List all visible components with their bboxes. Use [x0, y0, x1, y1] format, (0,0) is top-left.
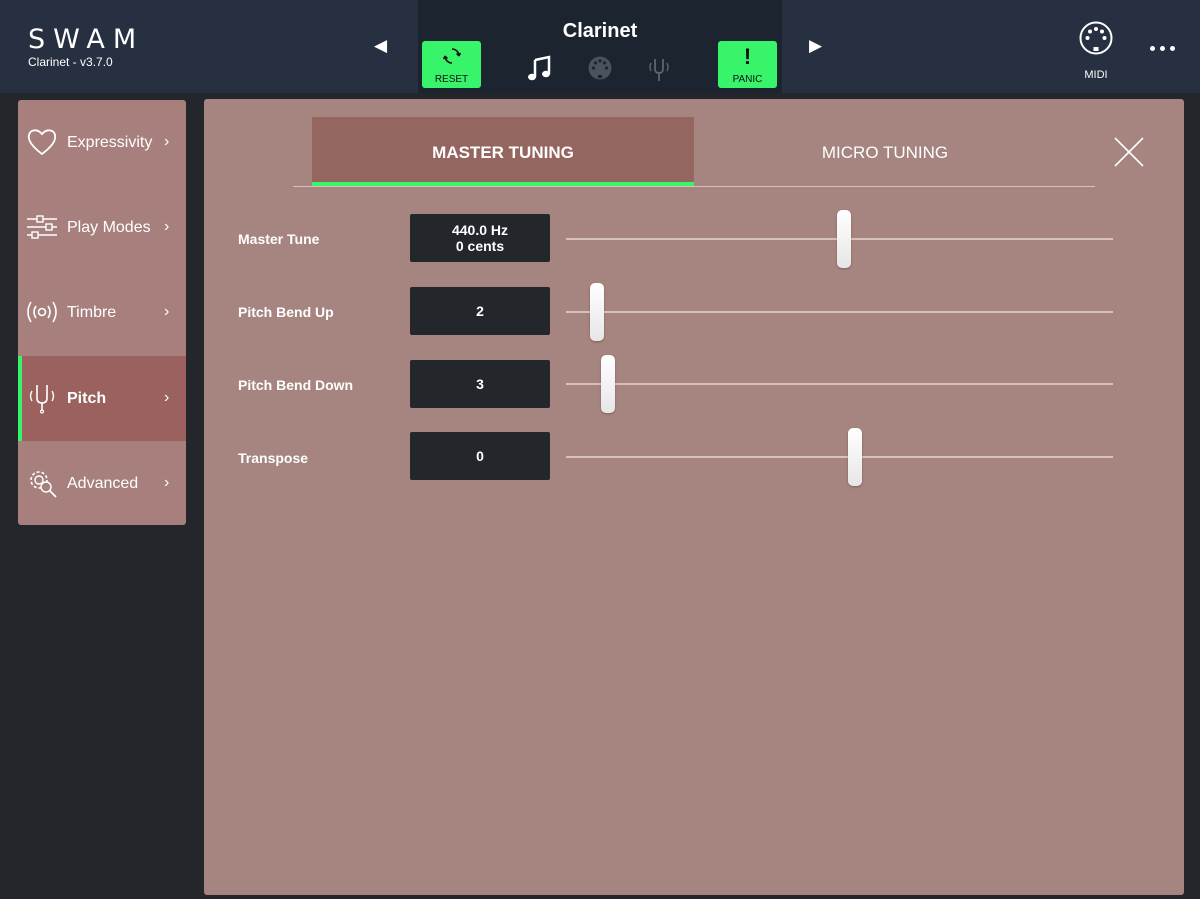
instrument-name: Clarinet: [562, 20, 638, 42]
music-note-icon[interactable]: [527, 55, 553, 88]
param-label: Master Tune: [238, 231, 320, 247]
sidebar-item-play-modes[interactable]: Play Modes ›: [18, 185, 186, 270]
param-master-tune: Master Tune 440.0 Hz 0 cents: [204, 210, 1184, 274]
transpose-slider-thumb[interactable]: [848, 428, 862, 486]
param-label: Pitch Bend Up: [238, 304, 334, 320]
master-tune-slider-thumb[interactable]: [837, 210, 851, 268]
tab-master-tuning[interactable]: MASTER TUNING: [312, 117, 694, 186]
pitch-bend-up-value[interactable]: 2: [410, 287, 550, 335]
sidebar-item-label: Play Modes: [67, 219, 151, 236]
sliders-icon: [27, 215, 57, 239]
dot-icon: [1170, 46, 1175, 51]
transpose-slider-track[interactable]: [566, 428, 1113, 486]
version-label: Clarinet - v3.7.0: [28, 55, 113, 69]
tuning-fork-icon: [29, 385, 55, 414]
pitch-bend-down-slider-thumb[interactable]: [601, 355, 615, 413]
value-cents: 0 cents: [455, 238, 505, 254]
tab-label: MICRO TUNING: [821, 143, 949, 162]
app-logo: SWAM: [28, 24, 145, 55]
value-hz: 440.0 Hz: [451, 222, 509, 238]
instrument-panel: Clarinet RESET ! PANIC: [418, 0, 782, 93]
chevron-right-icon: ›: [164, 474, 170, 491]
pitch-panel: MASTER TUNING MICRO TUNING Master Tune 4…: [204, 99, 1184, 895]
sidebar-item-advanced[interactable]: Advanced ›: [18, 441, 186, 525]
midi-button[interactable]: MIDI: [1078, 20, 1114, 86]
dot-icon: [1150, 46, 1155, 51]
exclamation-icon: !: [743, 44, 752, 69]
pitch-bend-down-value[interactable]: 3: [410, 360, 550, 408]
sidebar-item-label: Pitch: [67, 390, 107, 407]
sidebar: Expressivity › Play Modes › Timbre › Pit…: [18, 100, 186, 525]
param-label: Pitch Bend Down: [238, 377, 354, 393]
close-icon[interactable]: [1113, 136, 1145, 168]
reset-label: RESET: [434, 74, 469, 85]
param-label: Transpose: [238, 450, 309, 466]
midi-icon: [1079, 21, 1113, 55]
tab-label: MASTER TUNING: [432, 143, 574, 162]
sidebar-item-pitch[interactable]: Pitch ›: [18, 356, 186, 441]
chevron-right-icon: ›: [164, 303, 170, 320]
panic-button[interactable]: ! PANIC: [718, 41, 777, 88]
next-preset-button[interactable]: ▶: [809, 36, 822, 56]
tuning-fork-icon[interactable]: [647, 55, 671, 88]
chevron-right-icon: ›: [164, 389, 170, 406]
previous-preset-button[interactable]: ◀: [374, 36, 387, 56]
refresh-icon: [422, 47, 481, 70]
sidebar-item-expressivity[interactable]: Expressivity ›: [18, 100, 186, 185]
pitch-bend-up-slider-thumb[interactable]: [590, 283, 604, 341]
tab-micro-tuning[interactable]: MICRO TUNING: [694, 117, 1076, 185]
midi-label: MIDI: [1084, 69, 1108, 81]
sidebar-item-label: Timbre: [67, 304, 117, 321]
master-tune-slider-track[interactable]: [566, 210, 1113, 268]
midi-port-icon[interactable]: [587, 55, 613, 86]
master-tune-value[interactable]: 440.0 Hz 0 cents: [410, 214, 550, 262]
header: SWAM Clarinet - v3.7.0 ◀ Clarinet RESET: [0, 0, 1200, 93]
panic-label: PANIC: [732, 74, 763, 85]
chevron-right-icon: ›: [164, 133, 170, 150]
pitch-bend-down-slider-track[interactable]: [566, 355, 1113, 413]
pitch-bend-up-slider-track[interactable]: [566, 283, 1113, 341]
dot-icon: [1160, 46, 1165, 51]
param-transpose: Transpose 0: [204, 428, 1184, 492]
tab-divider: [293, 186, 1095, 187]
param-pitch-bend-up: Pitch Bend Up 2: [204, 283, 1184, 347]
reset-button[interactable]: RESET: [422, 41, 481, 88]
param-pitch-bend-down: Pitch Bend Down 3: [204, 355, 1184, 420]
transpose-value[interactable]: 0: [410, 432, 550, 480]
sidebar-item-label: Advanced: [67, 475, 139, 492]
gear-search-icon: [30, 471, 57, 498]
sidebar-item-timbre[interactable]: Timbre ›: [18, 270, 186, 355]
sidebar-item-label: Expressivity: [67, 134, 153, 151]
more-options-button[interactable]: [1150, 38, 1182, 52]
heart-icon: [27, 129, 57, 156]
chevron-right-icon: ›: [164, 218, 170, 235]
waves-icon: [27, 301, 57, 323]
